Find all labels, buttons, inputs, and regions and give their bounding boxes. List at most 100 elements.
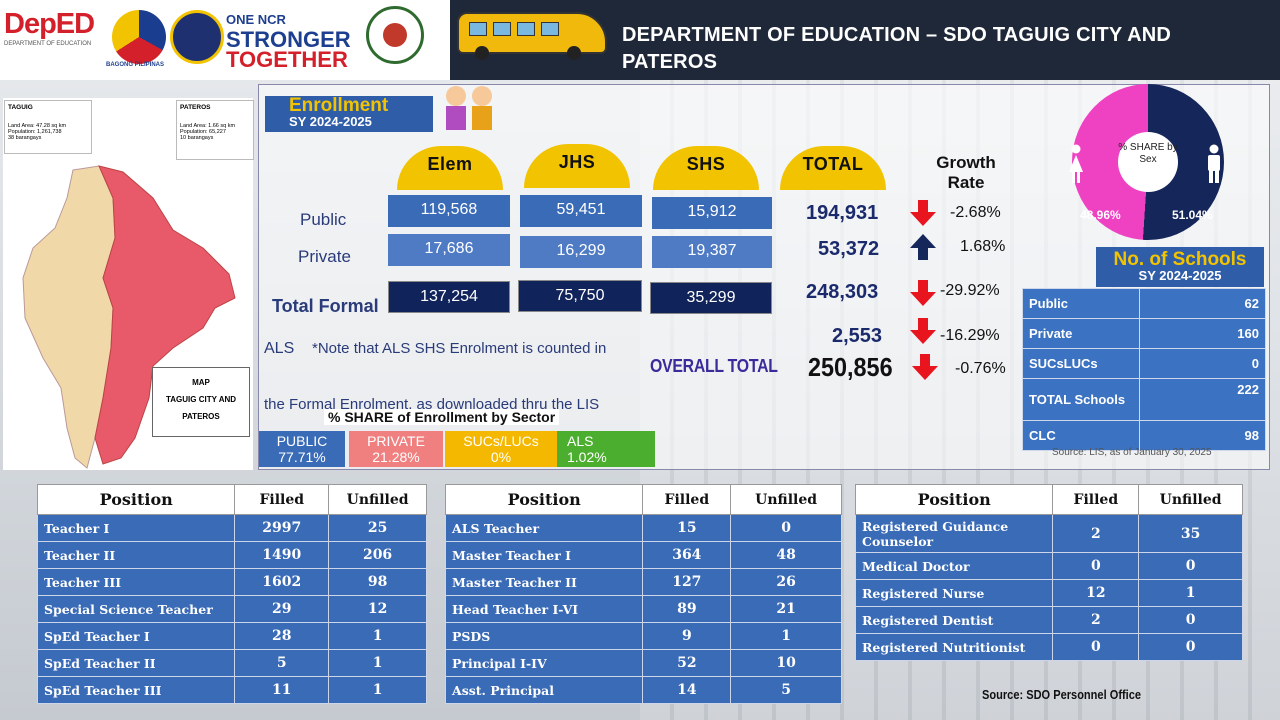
map-legend-title: MAP [192,378,210,387]
cell-name: Master Teacher I [444,541,644,569]
share-private-value: 21.28% [372,449,420,465]
arrow-down-icon [910,280,936,306]
positions-table-2: Position Filled Unfilled ALS Teacher 15 0 Mast… [444,484,842,704]
schools-row: SUCsLUCs 0 [1022,348,1266,379]
cell-name: SpEd Teacher I [36,622,236,650]
table-row: Teacher III 1602 98 [36,568,427,596]
schools-row-label: SUCsLUCs [1022,348,1140,379]
schools-row: Private 160 [1022,318,1266,349]
schools-source: Source: LIS, as of January 30, 2025 [1052,447,1212,458]
cell-name: SpEd Teacher II [36,649,236,677]
total-formal-jhs: 75,750 [518,280,642,312]
table-row: Registered Guidance Counselor 2 35 [854,514,1243,553]
als-total: 2,553 [832,325,883,347]
public-shs: 15,912 [652,197,772,229]
cell-name: PSDS [444,622,644,650]
total-formal-total: 248,303 [806,281,879,303]
pie-center-label: % SHARE by Sex [1118,132,1178,192]
map-legend: MAP TAGUIG CITY AND PATEROS [152,367,250,437]
row-label-public: Public [300,210,347,229]
overall-total-label: OVERALL TOTAL [650,356,778,376]
column-header-position: Position [444,484,644,515]
column-label-jhs: JHS [558,152,596,172]
deped-subtitle: DEPARTMENT OF EDUCATION [4,41,92,47]
kids-illustration-icon [446,86,492,130]
cell-name: Special Science Teacher [36,595,236,623]
cell-name: Principal I-IV [444,649,644,677]
overall-growth: -0.76% [955,360,1006,377]
share-private-label: PRIVATE [367,433,425,449]
table-header-row: Position Filled Unfilled [36,484,427,515]
cell-unfilled: 0 [730,514,842,542]
schools-row-value: 222 [1139,378,1266,421]
cell-filled: 0 [1052,633,1140,661]
enrollment-sy: SY 2024-2025 [289,114,372,129]
cell-unfilled: 12 [328,595,427,623]
total-formal-shs: 35,299 [650,282,772,314]
table-row: Master Teacher I 364 48 [444,541,842,569]
share-sector-private: PRIVATE 21.28% [349,431,443,467]
schools-row-label: TOTAL Schools [1022,378,1140,421]
share-als-label: ALS [567,433,594,449]
column-header-filled: Filled [234,484,330,515]
female-share: 48.96% [1080,208,1121,222]
cell-filled: 15 [642,514,732,542]
private-jhs: 16,299 [520,236,642,268]
share-als-value: 1.02% [567,449,607,465]
arrow-down-icon [910,200,936,226]
table-row: ALS Teacher 15 0 [444,514,842,542]
growth-rate-header: Growth Rate [936,153,996,192]
schools-row: TOTAL Schools 222 [1022,378,1266,421]
cell-filled: 14 [642,676,732,704]
row-label-total-formal: Total Formal [272,296,379,316]
share-sector-public: PUBLIC 77.71% [259,431,345,467]
table-row: Registered Nurse 12 1 [854,579,1243,607]
cell-unfilled: 1 [730,622,842,650]
male-share: 51.04% [1172,208,1213,222]
cell-unfilled: 25 [328,514,427,542]
cell-unfilled: 10 [730,649,842,677]
taguig-barangays: 38 barangays [8,135,42,141]
schools-title-box: No. of Schools SY 2024-2025 [1096,247,1264,287]
cell-unfilled: 1 [328,649,427,677]
cell-filled: 89 [642,595,732,623]
sdo-taguig-seal-logo [366,6,424,64]
cell-filled: 12 [1052,579,1140,607]
share-sector-als: ALS 1.02% [557,431,655,467]
cell-name: Asst. Principal [444,676,644,704]
table-row: SpEd Teacher II 5 1 [36,649,427,677]
table-row: Medical Doctor 0 0 [854,552,1243,580]
pateros-barangays: 10 barangays [180,135,214,141]
column-header-unfilled: Unfilled [328,484,427,515]
share-sector-sucs: SUCs/LUCs 0% [445,431,557,467]
table-row: SpEd Teacher I 28 1 [36,622,427,650]
total-formal-growth: -29.92% [940,282,1000,299]
schools-table: Public 62 Private 160 SUCsLUCs 0 TOTAL Schools… [1022,288,1266,451]
cell-name: Head Teacher I-VI [444,595,644,623]
total-formal-elem: 137,254 [388,281,510,313]
enrollment-title: Enrollment [289,95,389,116]
cell-filled: 364 [642,541,732,569]
cell-name: Teacher II [36,541,236,569]
pateros-info-box: PATEROS Land Area: 1.66 sq km Population… [176,100,254,160]
cell-filled: 29 [234,595,330,623]
table-row: Teacher II 1490 206 [36,541,427,569]
cell-filled: 2 [1052,514,1140,553]
public-jhs: 59,451 [520,195,642,227]
deped-wordmark: DepED [4,8,95,40]
cell-filled: 2997 [234,514,330,542]
cell-unfilled: 0 [1138,633,1243,661]
cell-filled: 0 [1052,552,1140,580]
cell-name: Teacher III [36,568,236,596]
map-legend-text: TAGUIG CITY AND PATEROS [165,395,237,421]
schools-row: Public 62 [1022,288,1266,319]
schools-row: CLC 98 [1022,420,1266,451]
cell-unfilled: 21 [730,595,842,623]
private-total: 53,372 [818,238,880,260]
table-row: PSDS 9 1 [444,622,842,650]
taguig-info-box: TAGUIG Land Area: 47.28 sq km Population… [4,100,92,154]
positions-table-3: Position Filled Unfilled Registered Guidanc… [854,484,1243,661]
overall-total-value: 250,856 [808,352,893,382]
cell-filled: 5 [234,649,330,677]
bagong-pilipinas-logo [112,10,166,64]
